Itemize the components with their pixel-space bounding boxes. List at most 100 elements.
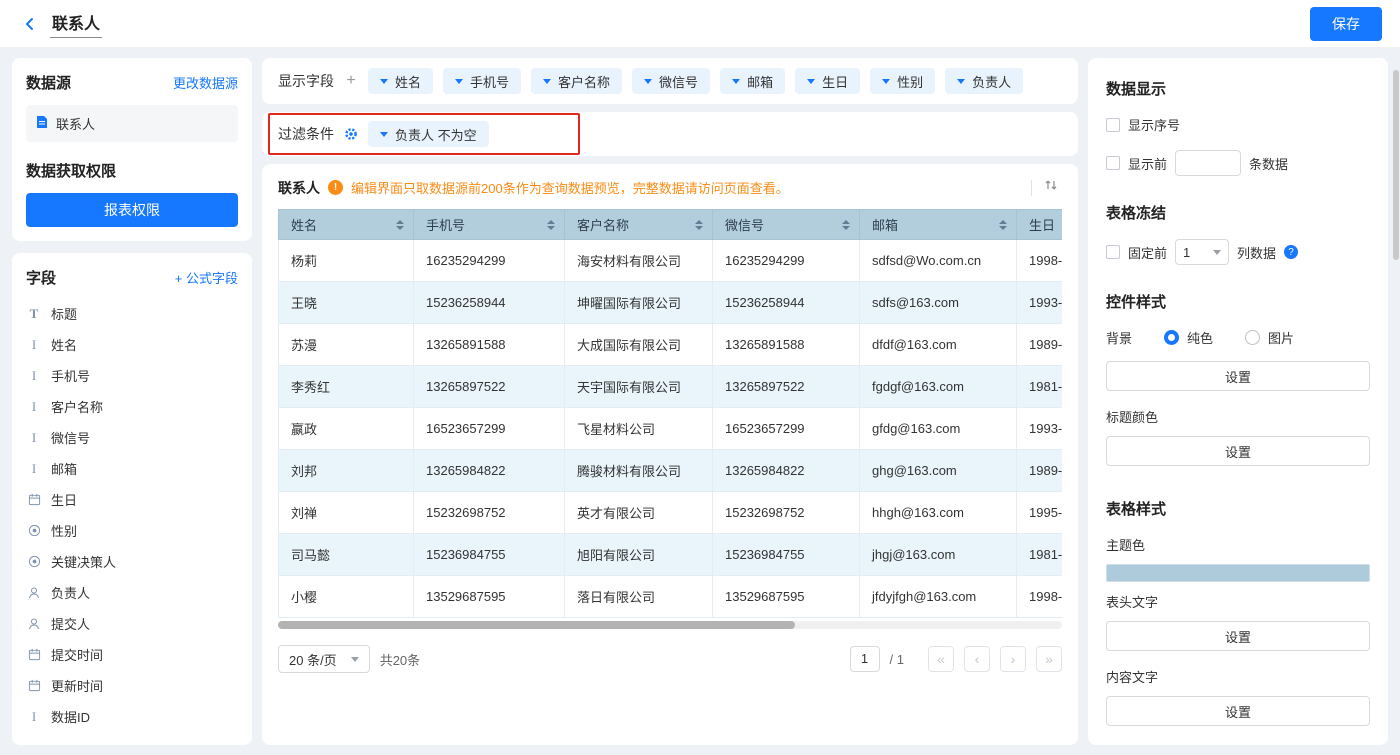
table-freeze-title: 表格冻结 — [1106, 205, 1167, 222]
field-item-submit-time[interactable]: 提交时间 — [26, 639, 238, 670]
warning-icon: ! — [328, 180, 343, 195]
back-icon[interactable] — [18, 12, 42, 36]
add-display-field-button[interactable]: + — [344, 68, 358, 94]
table-cell: 坤曜国际有限公司 — [564, 281, 713, 324]
field-item-submitter[interactable]: 提交人 — [26, 608, 238, 639]
field-item-phone[interactable]: I 手机号 — [26, 360, 238, 391]
table-cell: hhgh@163.com — [859, 491, 1017, 534]
table-cell: 1989-11 — [1016, 449, 1062, 492]
table-row: 王晓 15236258944 坤曜国际有限公司 15236258944 sdfs@163… — [278, 281, 1062, 324]
table-cell: 李秀红 — [278, 365, 414, 408]
column-header-birthday[interactable]: 生日 — [1016, 209, 1062, 240]
divider — [1031, 179, 1032, 196]
column-header-name[interactable]: 姓名 — [278, 209, 414, 240]
column-header-wechat[interactable]: 微信号 — [712, 209, 860, 240]
field-item-birthday[interactable]: 生日 — [26, 484, 238, 515]
table-cell: 大成国际有限公司 — [564, 323, 713, 366]
left-sidebar: 数据源 更改数据源 联系人 数据获取权限 报表权限 字段 + 公式字段 T 标题… — [12, 58, 252, 745]
table-cell: 13265897522 — [712, 365, 860, 408]
data-display-title: 数据显示 — [1106, 81, 1167, 98]
field-chip-owner[interactable]: 负责人 — [945, 68, 1024, 94]
save-button[interactable]: 保存 — [1310, 6, 1382, 41]
prev-page-button[interactable]: ‹ — [964, 646, 990, 672]
show-first-count-input[interactable] — [1175, 150, 1242, 176]
background-set-button[interactable]: 设置 — [1106, 361, 1370, 391]
field-item-name[interactable]: I 姓名 — [26, 329, 238, 360]
table-cell: 海安材料有限公司 — [564, 239, 713, 282]
date-icon — [26, 648, 42, 661]
table-cell: 13529687595 — [712, 575, 860, 618]
date-icon — [26, 493, 42, 506]
sort-carets-icon — [842, 219, 850, 230]
field-chip-wechat[interactable]: 微信号 — [632, 68, 711, 94]
title-color-set-button[interactable]: 设置 — [1106, 436, 1370, 466]
freeze-prefix: 固定前 — [1128, 245, 1168, 261]
first-page-button[interactable]: « — [928, 646, 954, 672]
field-item-owner[interactable]: 负责人 — [26, 577, 238, 608]
solid-color-radio[interactable] — [1164, 330, 1180, 345]
freeze-suffix: 列数据 — [1237, 245, 1277, 261]
add-formula-field-link[interactable]: + 公式字段 — [175, 268, 238, 287]
text-icon: I — [31, 708, 37, 724]
main-layout: 数据源 更改数据源 联系人 数据获取权限 报表权限 字段 + 公式字段 T 标题… — [0, 48, 1400, 755]
text-icon: I — [31, 460, 37, 476]
column-header-email[interactable]: 邮箱 — [859, 209, 1017, 240]
table-freeze-section: 表格冻结 固定前 1 列数据 ? — [1106, 202, 1370, 265]
content-text-set-button[interactable]: 设置 — [1106, 696, 1370, 726]
gear-icon[interactable] — [344, 127, 358, 141]
sort-order-icon[interactable] — [1040, 176, 1062, 199]
horizontal-scrollbar-thumb[interactable] — [278, 621, 796, 629]
chevron-down-icon — [644, 79, 653, 84]
permission-title: 数据获取权限 — [26, 163, 117, 180]
datasource-item[interactable]: 联系人 — [26, 105, 238, 142]
field-item-customer[interactable]: I 客户名称 — [26, 391, 238, 422]
change-datasource-link[interactable]: 更改数据源 — [173, 73, 238, 92]
theme-color-swatch[interactable] — [1106, 564, 1370, 582]
field-item-data-id[interactable]: I 数据ID — [26, 701, 238, 732]
next-page-button[interactable]: › — [1000, 646, 1026, 672]
field-item-decision-maker[interactable]: 关键决策人 — [26, 546, 238, 577]
table-cell: 杨莉 — [278, 239, 414, 282]
sort-carets-icon — [695, 219, 703, 230]
filter-condition-chip[interactable]: 负责人 不为空 — [368, 121, 489, 147]
datasource-panel: 数据源 更改数据源 联系人 数据获取权限 报表权限 — [12, 58, 252, 241]
freeze-count-select[interactable]: 1 — [1175, 239, 1230, 265]
column-header-phone[interactable]: 手机号 — [413, 209, 565, 240]
table-cell: 刘邦 — [278, 449, 414, 492]
table-row: 杨莉 16235294299 海安材料有限公司 16235294299 sdfsd@Wo… — [278, 239, 1062, 282]
show-index-checkbox[interactable] — [1106, 117, 1120, 132]
widget-style-title: 控件样式 — [1106, 294, 1167, 311]
report-permission-button[interactable]: 报表权限 — [26, 193, 238, 227]
table-cell: ghg@163.com — [859, 449, 1017, 492]
field-item-update-time[interactable]: 更新时间 — [26, 670, 238, 701]
page-size-select[interactable]: 20 条/页 — [278, 645, 370, 673]
field-item-email[interactable]: I 邮箱 — [26, 453, 238, 484]
field-chip-name[interactable]: 姓名 — [368, 68, 434, 94]
background-label: 背景 — [1106, 331, 1133, 346]
display-fields-label: 显示字段 — [278, 73, 334, 89]
field-chip-phone[interactable]: 手机号 — [443, 68, 522, 94]
show-first-checkbox[interactable] — [1106, 156, 1120, 170]
table-cell: 1989-11 — [1016, 323, 1062, 366]
field-item-title[interactable]: T 标题 — [26, 298, 238, 329]
field-chip-email[interactable]: 邮箱 — [720, 68, 786, 94]
image-radio[interactable] — [1245, 330, 1261, 345]
page-title[interactable]: 联系人 — [50, 10, 103, 38]
last-page-button[interactable]: » — [1036, 646, 1062, 672]
column-header-customer[interactable]: 客户名称 — [564, 209, 713, 240]
table-row: 刘禅 15232698752 英才有限公司 15232698752 hhgh@163.c… — [278, 491, 1062, 534]
freeze-columns-checkbox[interactable] — [1106, 245, 1120, 259]
header-text-set-button[interactable]: 设置 — [1106, 621, 1370, 651]
chevron-down-icon — [350, 656, 359, 662]
table-cell: 13265897522 — [413, 365, 565, 408]
table-cell: 1993-08 — [1016, 407, 1062, 450]
help-icon[interactable]: ? — [1284, 245, 1299, 259]
field-chip-birthday[interactable]: 生日 — [795, 68, 861, 94]
field-chip-customer[interactable]: 客户名称 — [531, 68, 623, 94]
vertical-scrollbar-thumb[interactable] — [1393, 70, 1399, 260]
preview-card: 联系人 ! 编辑界面只取数据源前200条作为查询数据预览，完整数据请访问页面查看… — [262, 164, 1078, 745]
current-page-input[interactable]: 1 — [849, 646, 880, 672]
field-item-gender[interactable]: 性别 — [26, 515, 238, 546]
field-chip-gender[interactable]: 性别 — [870, 68, 936, 94]
field-item-wechat[interactable]: I 微信号 — [26, 422, 238, 453]
